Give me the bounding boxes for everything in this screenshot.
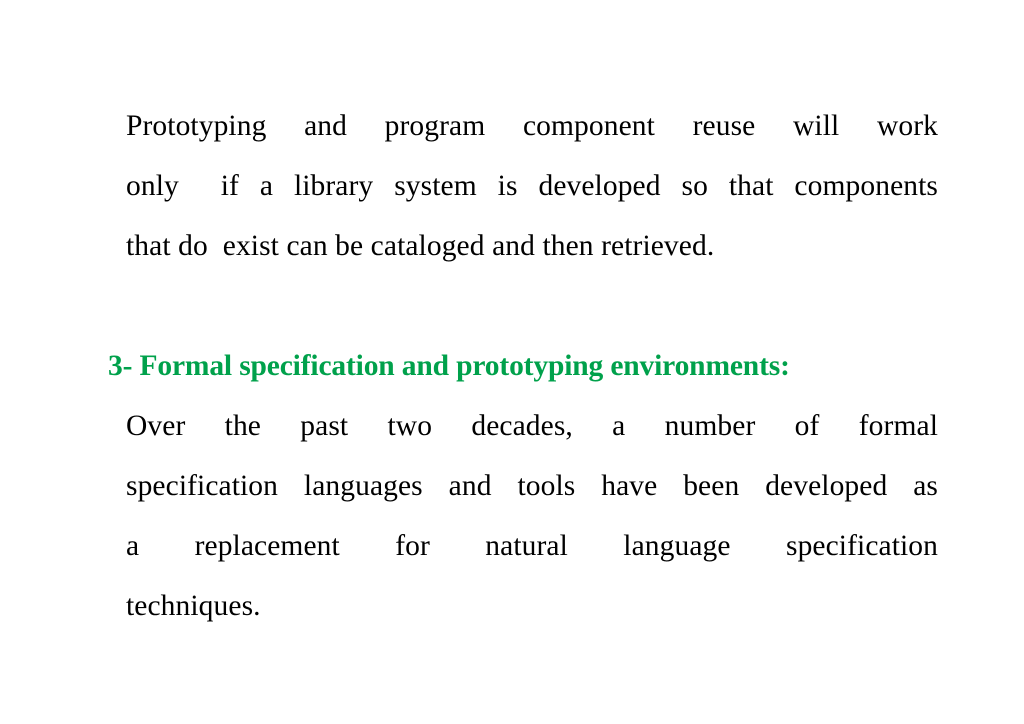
paragraph-line: a replacement for natural language speci… — [126, 530, 938, 562]
paragraph-line: that do exist can be cataloged and then … — [126, 230, 715, 262]
paragraph-formal-specification: Over the past two decades, a number of f… — [126, 396, 938, 636]
paragraph-line: Over the past two decades, a number of f… — [126, 410, 938, 442]
section-heading-formal-specification: 3- Formal specification and prototyping … — [108, 350, 790, 382]
paragraph-line: only if a library system is developed so… — [126, 170, 938, 202]
paragraph-line: techniques. — [126, 590, 261, 622]
paragraph-line: specification languages and tools have b… — [126, 470, 938, 502]
slide-content: Prototyping and program component reuse … — [108, 96, 938, 636]
paragraph-prototyping-reuse: Prototyping and program component reuse … — [126, 96, 938, 276]
paragraph-line: Prototyping and program component reuse … — [126, 110, 938, 142]
slide-canvas: Prototyping and program component reuse … — [0, 0, 1024, 724]
